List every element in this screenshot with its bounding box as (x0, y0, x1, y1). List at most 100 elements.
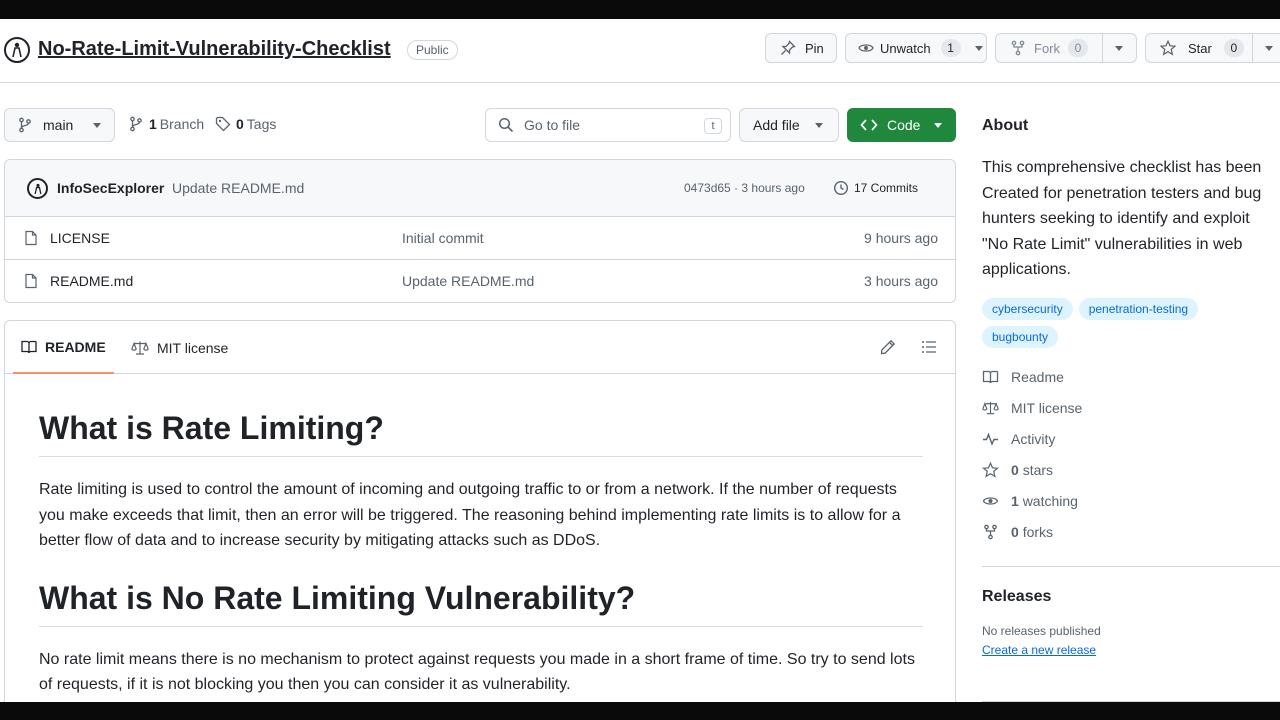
code-button[interactable]: Code (847, 108, 956, 142)
fork-button[interactable]: Fork 0 (995, 33, 1137, 63)
branch-count: 1 (149, 116, 157, 132)
tags-link[interactable]: 0 Tags (215, 116, 276, 132)
file-icon (23, 230, 39, 246)
eye-icon (858, 40, 874, 56)
fork-dropdown-icon[interactable] (1115, 46, 1123, 51)
fork-divider (1102, 34, 1103, 62)
releases-title[interactable]: Releases (982, 588, 1280, 606)
readme-link[interactable]: Readme (982, 362, 1280, 393)
file-icon (23, 273, 39, 289)
star-button[interactable]: Star 0 (1145, 33, 1280, 63)
releases-section: Releases No releases published Create a … (982, 566, 1280, 702)
watch-button[interactable]: Unwatch 1 (845, 33, 987, 63)
file-row[interactable]: README.md Update README.md 3 hours ago (5, 260, 955, 302)
pulse-icon (982, 431, 999, 447)
topic-tag[interactable]: penetration-testing (1078, 297, 1199, 320)
branch-dropdown-icon (93, 122, 102, 128)
topics-list: cybersecurity penetration-testing bugbou… (982, 297, 1272, 348)
branch-selector[interactable]: main (4, 108, 115, 142)
create-release-link[interactable]: Create a new release (982, 643, 1096, 657)
branch-label: Branch (159, 116, 205, 132)
outline-list-icon[interactable] (921, 339, 937, 355)
add-file-dropdown-icon (814, 122, 823, 128)
file-row[interactable]: LICENSE Initial commit 9 hours ago (5, 217, 955, 260)
visibility-badge: Public (407, 40, 458, 60)
repo-name-link[interactable]: No-Rate-Limit-Vulnerability-Checklist (38, 38, 391, 61)
forks-count: 0 (1011, 524, 1019, 541)
readme-paragraph: Rate limiting is used to control the amo… (39, 481, 901, 550)
watch-count: 1 (940, 39, 961, 57)
history-icon (833, 180, 849, 196)
git-branch-icon (128, 116, 144, 132)
commit-hash-time[interactable]: 0473d65 · 3 hours ago (684, 181, 805, 195)
pin-label: Pin (805, 40, 824, 56)
no-releases-text: No releases published (982, 624, 1101, 638)
watching-link[interactable]: 1 watching (982, 486, 1280, 517)
tag-label: Tags (246, 116, 277, 132)
tab-readme[interactable]: README (13, 321, 114, 374)
add-file-button[interactable]: Add file (739, 108, 839, 142)
go-to-file-input[interactable]: Go to file t (485, 108, 731, 142)
star-label: Star (1188, 40, 1212, 56)
file-name[interactable]: LICENSE (50, 230, 110, 246)
about-sidebar: About This comprehensive checklist has b… (982, 108, 1280, 548)
star-divider (1252, 34, 1253, 62)
star-icon (1160, 40, 1176, 56)
stars-label: stars (1022, 462, 1054, 479)
code-label: Code (887, 117, 921, 133)
author-avatar[interactable] (27, 178, 48, 199)
pin-button[interactable]: Pin (765, 33, 837, 63)
watch-dropdown-icon[interactable] (974, 45, 983, 51)
topic-tag[interactable]: bugbounty (982, 325, 1059, 348)
forks-link[interactable]: 0 forks (982, 517, 1280, 548)
watch-label: Unwatch (880, 40, 931, 56)
fork-count: 0 (1068, 39, 1088, 57)
file-updated-time: 3 hours ago (864, 273, 938, 289)
pin-icon (780, 40, 796, 56)
activity-link-label: Activity (1011, 431, 1056, 448)
file-commit-message[interactable]: Update README.md (402, 273, 534, 289)
stars-link[interactable]: 0 stars (982, 455, 1280, 486)
fork-icon (1010, 40, 1026, 56)
code-dropdown-icon (934, 122, 943, 128)
tab-readme-label: README (45, 338, 106, 355)
edit-pencil-icon[interactable] (880, 339, 896, 355)
license-link-label: MIT license (1011, 400, 1083, 417)
file-commit-message[interactable]: Initial commit (402, 230, 484, 246)
file-updated-time: 9 hours ago (864, 230, 938, 246)
star-dropdown-icon[interactable] (1265, 46, 1273, 51)
commit-message[interactable]: Update README.md (172, 180, 304, 196)
readme-heading: What is No Rate Limiting Vulnerability? (39, 554, 923, 627)
tab-license-label: MIT license (157, 339, 229, 356)
readme-panel: README MIT license What is Rate Limiting… (4, 320, 956, 720)
branches-link[interactable]: 1 Branch (128, 116, 204, 132)
law-icon (982, 400, 999, 416)
book-icon (982, 369, 999, 385)
go-to-file-placeholder: Go to file (524, 117, 581, 133)
star-icon (982, 462, 999, 479)
tab-license[interactable]: MIT license (131, 321, 228, 374)
watching-count: 1 (1011, 493, 1019, 510)
file-name[interactable]: README.md (50, 273, 133, 289)
repo-owner-avatar[interactable] (4, 37, 30, 63)
commits-link[interactable]: 17 Commits (854, 181, 918, 195)
stars-count: 0 (1011, 462, 1019, 479)
commit-author[interactable]: InfoSecExplorer (57, 180, 164, 196)
about-title: About (982, 117, 1029, 134)
readme-content: What is Rate Limiting? Rate limiting is … (39, 374, 923, 698)
activity-link[interactable]: Activity (982, 424, 1280, 455)
code-icon (860, 117, 878, 133)
license-link[interactable]: MIT license (982, 393, 1280, 424)
screen-bottom-bar (0, 702, 1280, 720)
go-to-file-shortcut: t (704, 118, 722, 134)
topic-tag[interactable]: cybersecurity (982, 297, 1073, 320)
search-icon (498, 117, 514, 133)
readme-link-label: Readme (1011, 369, 1064, 386)
star-count: 0 (1223, 39, 1244, 57)
screen-top-bar (0, 0, 1280, 19)
git-branch-icon (17, 117, 33, 133)
file-browser: InfoSecExplorer Update README.md 0473d65… (4, 159, 956, 303)
tag-icon (215, 116, 231, 132)
about-description: This comprehensive checklist has been Cr… (982, 159, 1262, 279)
about-links: Readme MIT license Activity 0 stars 1 wa… (982, 362, 1280, 548)
